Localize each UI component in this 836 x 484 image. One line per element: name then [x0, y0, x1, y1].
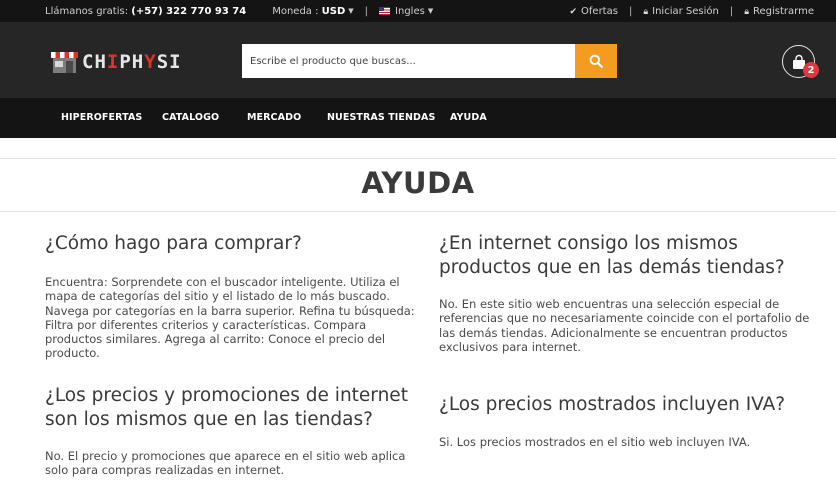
- nav-item-catalogo[interactable]: CATALOGO: [162, 98, 219, 138]
- login-link[interactable]: 🔒︎ Iniciar Sesión: [643, 6, 719, 17]
- faq-question: ¿Los precios y promociones de internet s…: [45, 385, 408, 430]
- logo-part: CH: [82, 51, 107, 73]
- store-icon: [51, 52, 78, 73]
- faq-answer: Encuentra: Sorprendete con el buscador i…: [45, 275, 415, 361]
- logo-part: Y: [144, 51, 157, 73]
- login-label: Iniciar Sesión: [652, 5, 719, 17]
- nav-item-ayuda[interactable]: AYUDA: [450, 98, 487, 138]
- search-bar: [242, 44, 617, 78]
- faq-question: ¿Cómo hago para comprar?: [45, 233, 302, 254]
- logo-part: PH: [119, 51, 145, 73]
- nav-item-hiperofertas[interactable]: HIPEROFERTAS: [61, 98, 142, 138]
- main-nav: HIPEROFERTAS CATALOGO MERCADO NUESTRAS T…: [0, 98, 836, 138]
- offers-label: Ofertas: [581, 5, 618, 17]
- divider: |: [364, 5, 369, 17]
- search-button[interactable]: [575, 44, 617, 78]
- chevron-down-icon: ▼: [427, 6, 434, 15]
- search-input[interactable]: [242, 44, 575, 78]
- offers-link[interactable]: ✔ Ofertas: [569, 6, 617, 17]
- register-label: Registrarme: [753, 5, 814, 17]
- logo-part: SI: [156, 51, 182, 73]
- us-flag-icon: [379, 6, 391, 15]
- nav-item-mercado[interactable]: MERCADO: [247, 98, 301, 138]
- chevron-down-icon: ▼: [348, 6, 354, 15]
- faq-question: ¿En internet consigo los mismos producto…: [439, 233, 785, 278]
- phone-label: Llámanos gratis:: [45, 5, 129, 17]
- top-bar: Llámanos gratis: (+57) 322 770 93 74 Mon…: [0, 0, 836, 22]
- currency-selector[interactable]: Moneda : USD ▼: [272, 6, 353, 17]
- currency-label: Moneda :: [272, 5, 319, 17]
- language-label: Ingles: [395, 5, 425, 17]
- cart-count-badge: 2: [803, 62, 819, 78]
- lock-icon: 🔒︎: [643, 6, 649, 17]
- site-header: CHIPHYSI 2: [0, 22, 836, 98]
- title-band: AYUDA: [0, 158, 836, 212]
- register-link[interactable]: 🔒︎ Registrarme: [744, 6, 814, 17]
- faq-answer: No. En este sitio web encuentras una sel…: [439, 297, 810, 354]
- page-title: AYUDA: [361, 166, 475, 200]
- logo[interactable]: CHIPHYSI: [50, 49, 182, 75]
- logo-wordmark: CHIPHYSI: [82, 51, 182, 73]
- search-icon: [589, 54, 603, 68]
- currency-value: USD: [321, 5, 346, 17]
- faq-answer: Si. Los precios mostrados en el sitio we…: [439, 435, 751, 449]
- divider: |: [628, 5, 633, 17]
- lock-icon: 🔒︎: [744, 6, 750, 17]
- faq-answer: No. El precio y promociones que aparece …: [45, 449, 406, 478]
- language-selector[interactable]: Ingles ▼: [379, 6, 433, 17]
- check-icon: ✔: [569, 6, 578, 17]
- nav-item-nuestras-tiendas[interactable]: NUESTRAS TIENDAS: [327, 98, 435, 138]
- faq-question: ¿Los precios mostrados incluyen IVA?: [439, 394, 786, 415]
- divider: |: [729, 5, 734, 17]
- phone-number[interactable]: (+57) 322 770 93 74: [131, 6, 246, 17]
- phone-info: Llámanos gratis: (+57) 322 770 93 74: [45, 6, 246, 17]
- logo-part: I: [106, 51, 120, 73]
